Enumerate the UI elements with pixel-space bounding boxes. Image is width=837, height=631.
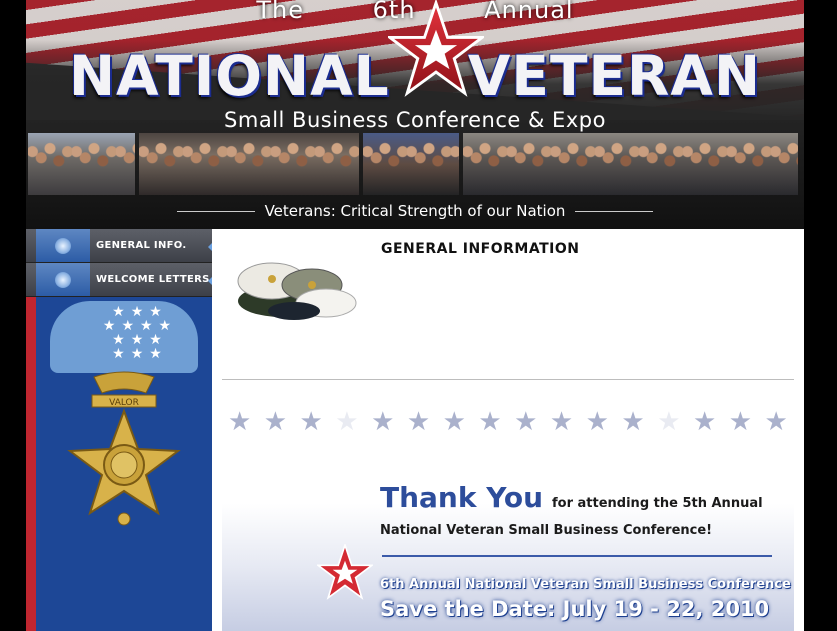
thank-you-heading: Thank You (380, 481, 544, 514)
star-icon: ★ (371, 407, 395, 437)
photo-speakers (363, 133, 459, 195)
promo-divider (382, 555, 772, 557)
medal-valor-text: VALOR (109, 398, 139, 408)
star-icon: ★ (442, 407, 466, 437)
stars-decoration: ★ ★ ★ ★ ★ ★ ★ ★ ★ ★ ★ ★ ★ ★ ★ ★ (222, 407, 794, 437)
sidebar-item-welcome-letters[interactable]: WELCOME LETTERS (26, 263, 212, 297)
star-icon: ★ (514, 407, 538, 437)
star-icon: ★ (764, 407, 788, 437)
photo-crowd (139, 133, 359, 195)
medal-ribbon: ★★★ ★★★★ ★★★ ★★★ (50, 301, 198, 373)
header-banner: The 6th Annual NATIONAL VETERAN Small Bu… (26, 0, 804, 229)
star-icon: ★ (299, 407, 323, 437)
ribbon-stars-icon: ★★★ ★★★★ ★★★ ★★★ (102, 304, 178, 362)
star-icon: ★ (728, 407, 753, 437)
banner-tagline: Veterans: Critical Strength of our Natio… (26, 199, 804, 223)
banner-title: NATIONAL VETERAN (68, 44, 762, 108)
tagline-rule-left (176, 210, 255, 212)
divider (222, 379, 794, 380)
sidebar: GENERAL INFO. WELCOME LETTERS ★★★ ★★★★ ★★★… (26, 229, 212, 631)
military-caps-image (237, 262, 357, 320)
star-icon: ★ (335, 407, 359, 437)
medal-star-icon: VALOR (67, 371, 181, 526)
red-star-icon (317, 544, 373, 600)
star-icon: ★ (263, 407, 288, 437)
sidebar-item-label: WELCOME LETTERS (96, 274, 210, 285)
star-icon: ★ (585, 407, 609, 437)
nav-light-icon (36, 229, 90, 262)
tagline-text: Veterans: Critical Strength of our Natio… (264, 202, 566, 220)
save-the-date-banner[interactable]: Thank You for attending the 5th Annual N… (222, 449, 794, 631)
medal-of-honor-image: ★★★ ★★★★ ★★★ ★★★ VALOR (36, 301, 212, 631)
thank-you-text: for attending the 5th Annual (552, 496, 763, 511)
nav-light-icon (36, 263, 90, 296)
star-icon: ★ (621, 407, 645, 437)
star-icon: ★ (657, 407, 681, 437)
thank-you-subtext: National Veteran Small Business Conferen… (380, 523, 713, 538)
photo-group-1 (28, 133, 135, 195)
banner-subtitle: Small Business Conference & Expo (224, 108, 606, 132)
photo-group-2 (463, 133, 798, 195)
save-the-date: Save the Date: July 19 - 22, 2010 (380, 597, 770, 621)
star-icon: ★ (692, 407, 717, 437)
sidebar-item-label: GENERAL INFO. (96, 240, 187, 251)
star-icon: ★ (406, 407, 431, 437)
star-icon: ★ (478, 407, 502, 437)
main-content: GENERAL INFORMATION ★ ★ ★ ★ ★ ★ ★ ★ ★ ★ ★ ★ ★ ★… (212, 229, 804, 631)
sidebar-item-general-info[interactable]: GENERAL INFO. (26, 229, 212, 263)
page-title: GENERAL INFORMATION (381, 241, 580, 257)
veterans-photo-strip (28, 133, 802, 195)
tagline-rule-right (575, 210, 654, 212)
star-icon: ★ (228, 407, 252, 437)
star-icon: ★ (549, 407, 574, 437)
event-name: 6th Annual National Veteran Small Busine… (380, 577, 791, 592)
